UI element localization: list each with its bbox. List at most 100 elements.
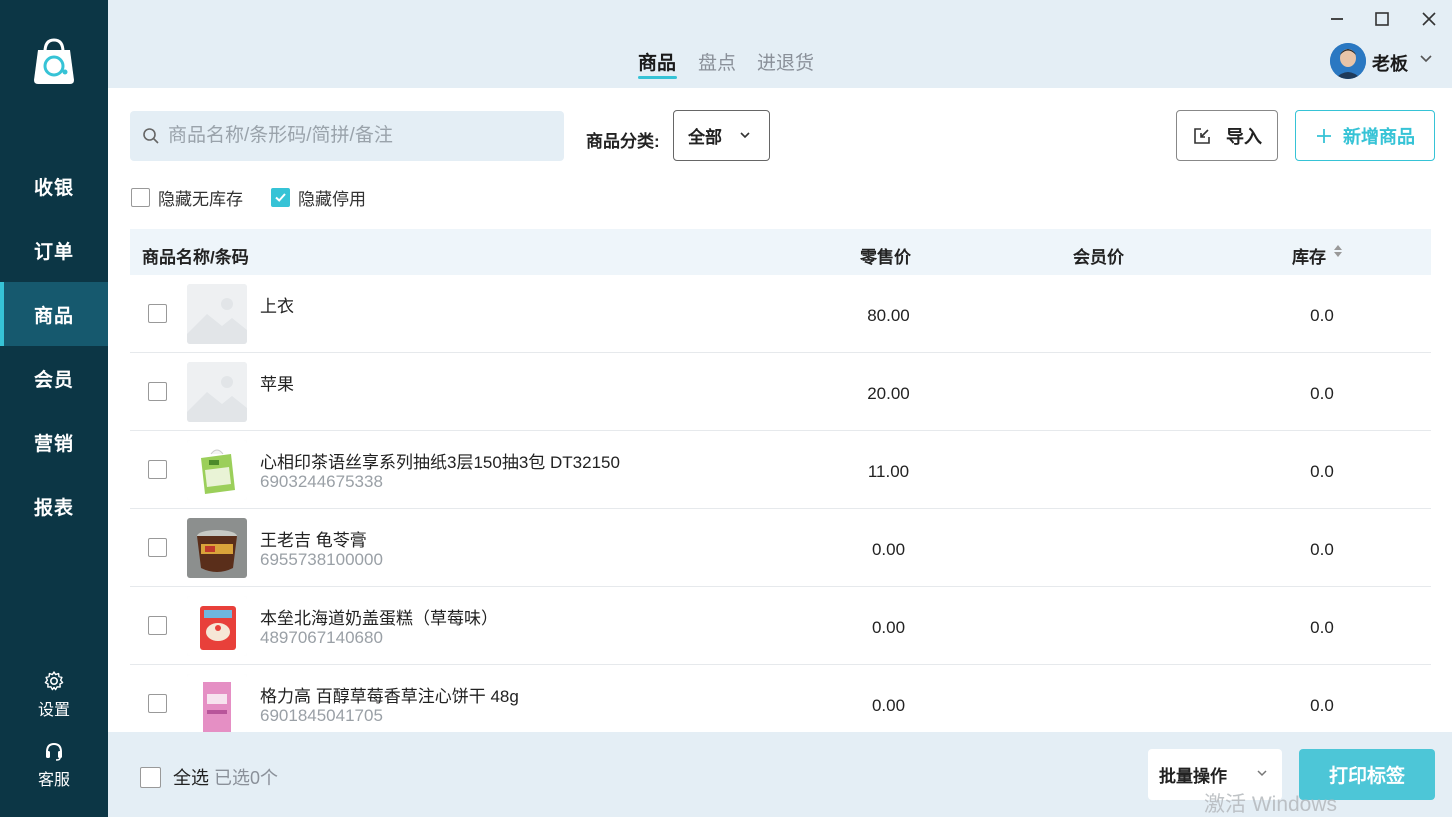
select-all-label: 全选: [173, 768, 209, 788]
chevron-down-icon[interactable]: [1419, 52, 1433, 71]
batch-operations-label: 批量操作: [1159, 767, 1227, 786]
category-select[interactable]: 全部: [673, 110, 770, 161]
product-barcode: 6955738100000: [260, 550, 383, 569]
sort-icon[interactable]: [1333, 244, 1343, 258]
windows-activation-watermark: 激活 Windows: [1204, 793, 1338, 816]
column-header-member-price[interactable]: 会员价: [1073, 243, 1124, 268]
import-icon: [1194, 127, 1210, 144]
row-checkbox[interactable]: [148, 694, 167, 713]
retail-price: 11.00: [867, 462, 910, 481]
product-name: 本垒北海道奶盖蛋糕（草莓味）: [260, 609, 498, 628]
product-name: 心相印茶语丝享系列抽纸3层150抽3包 DT32150: [260, 453, 620, 472]
product-name: 上衣: [260, 297, 294, 316]
product-name: 王老吉 龟苓膏: [260, 531, 367, 550]
retail-price: 20.00: [867, 384, 910, 403]
select-all[interactable]: 全选 已选0个: [140, 764, 278, 790]
product-barcode: 6901845041705: [260, 706, 383, 725]
table-row[interactable]: 王老吉 龟苓膏 6955738100000 0.00 0.0: [130, 509, 1431, 587]
table-row[interactable]: 心相印茶语丝享系列抽纸3层150抽3包 DT32150 690324467533…: [130, 431, 1431, 509]
select-all-checkbox[interactable]: [140, 766, 161, 788]
sidebar-item-members[interactable]: 会员: [0, 346, 108, 410]
retail-price: 80.00: [867, 306, 910, 325]
category-label: 商品分类:: [586, 132, 660, 151]
product-image: [187, 596, 247, 656]
column-header-name[interactable]: 商品名称/条码: [142, 243, 249, 268]
sidebar-item-checkout[interactable]: 收银: [0, 154, 108, 218]
image-placeholder-icon: [187, 284, 247, 344]
table-row[interactable]: 苹果 20.00 0.0: [130, 353, 1431, 431]
close-icon[interactable]: [1414, 6, 1444, 32]
filter-hide-no-stock[interactable]: 隐藏无库存: [131, 185, 243, 210]
selected-count: 已选0个: [214, 768, 279, 788]
import-button[interactable]: 导入: [1176, 110, 1278, 161]
retail-price: 0.00: [871, 696, 906, 715]
product-image: [187, 518, 247, 578]
chevron-down-icon: [740, 132, 750, 139]
table-row[interactable]: 上衣 80.00 0.0: [130, 275, 1431, 353]
plus-icon: [1317, 128, 1331, 143]
sidebar-item-reports[interactable]: 报表: [0, 474, 108, 538]
maximize-icon[interactable]: [1367, 6, 1397, 32]
retail-price: 0.00: [871, 540, 906, 559]
shopping-bag-logo-icon: [30, 36, 78, 86]
add-product-button[interactable]: 新增商品: [1295, 110, 1435, 161]
sidebar-item-marketing[interactable]: 营销: [0, 410, 108, 474]
table-row[interactable]: 格力高 百醇草莓香草注心饼干 48g 6901845041705 0.00 0.…: [130, 665, 1431, 732]
hide-disabled-checkbox[interactable]: [271, 188, 290, 207]
table-header: 商品名称/条码 零售价 会员价 库存: [130, 229, 1431, 275]
user-name[interactable]: 老板: [1372, 50, 1408, 76]
image-placeholder-icon: [187, 362, 247, 422]
biscuit-box-image: [187, 674, 247, 732]
tab-purchase-return[interactable]: 进退货: [757, 48, 814, 75]
stock-value: 0.0: [1310, 306, 1334, 325]
filter-hide-disabled[interactable]: 隐藏停用: [271, 185, 366, 210]
column-header-retail-price[interactable]: 零售价: [860, 243, 911, 268]
header: 商品 盘点 进退货 老板: [108, 0, 1452, 88]
product-image: [187, 440, 247, 500]
stock-value: 0.0: [1310, 618, 1334, 637]
retail-price: 0.00: [871, 618, 906, 637]
filter-label: 隐藏停用: [298, 190, 366, 209]
search-box[interactable]: [130, 111, 564, 161]
product-barcode: 4897067140680: [260, 628, 383, 647]
sidebar-item-orders[interactable]: 订单: [0, 218, 108, 282]
jelly-cup-image: [187, 518, 247, 578]
row-checkbox[interactable]: [148, 616, 167, 635]
settings-label: 设置: [37, 702, 70, 719]
table-row[interactable]: 本垒北海道奶盖蛋糕（草莓味） 4897067140680 0.00 0.0: [130, 587, 1431, 665]
stock-value: 0.0: [1310, 384, 1334, 403]
check-icon: [275, 193, 286, 202]
avatar[interactable]: [1330, 43, 1366, 79]
tab-inventory-count[interactable]: 盘点: [698, 48, 736, 75]
hide-no-stock-checkbox[interactable]: [131, 188, 150, 207]
filter-label: 隐藏无库存: [158, 190, 243, 209]
cake-package-image: [187, 596, 247, 656]
stock-value: 0.0: [1310, 696, 1334, 715]
minimize-icon[interactable]: [1322, 6, 1352, 32]
product-barcode: 6903244675338: [260, 472, 383, 491]
column-header-stock[interactable]: 库存: [1292, 243, 1326, 268]
tab-products[interactable]: 商品: [638, 48, 676, 75]
support-button[interactable]: 客服: [0, 740, 108, 790]
search-icon: [143, 128, 159, 144]
settings-button[interactable]: 设置: [0, 670, 108, 720]
row-checkbox[interactable]: [148, 382, 167, 401]
product-image: [187, 674, 247, 732]
headset-icon: [46, 742, 62, 761]
chevron-down-icon: [1257, 770, 1267, 777]
stock-value: 0.0: [1310, 462, 1334, 481]
stock-value: 0.0: [1310, 540, 1334, 559]
sidebar: 收银 订单 商品 会员 营销 报表 设置 客服: [0, 0, 108, 817]
product-name: 苹果: [260, 375, 294, 394]
sidebar-item-products[interactable]: 商品: [0, 282, 108, 346]
row-checkbox[interactable]: [148, 460, 167, 479]
import-label: 导入: [1226, 126, 1262, 147]
search-input[interactable]: [168, 125, 548, 147]
support-label: 客服: [37, 772, 70, 789]
row-checkbox[interactable]: [148, 538, 167, 557]
footer-bar: 全选 已选0个 批量操作 打印标签 激活 Windows: [108, 732, 1452, 817]
product-name: 格力高 百醇草莓香草注心饼干 48g: [260, 687, 519, 706]
add-product-label: 新增商品: [1343, 126, 1415, 147]
active-tab-indicator: [638, 76, 677, 79]
row-checkbox[interactable]: [148, 304, 167, 323]
